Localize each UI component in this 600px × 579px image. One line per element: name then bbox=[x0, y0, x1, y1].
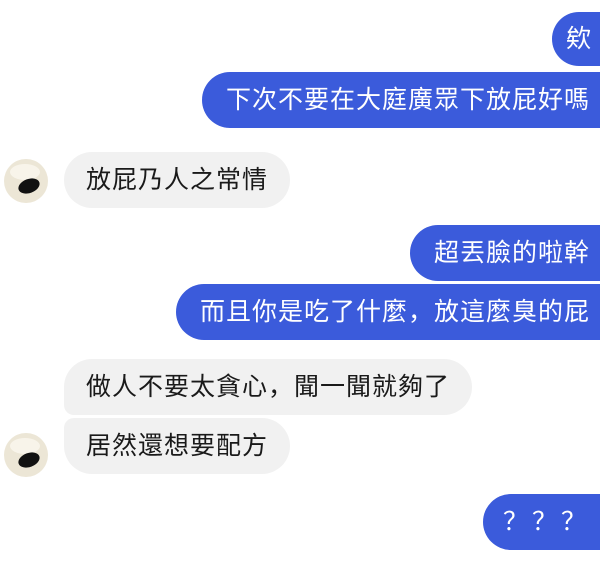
message-bubble-outgoing[interactable]: 欸 bbox=[551, 12, 600, 66]
message-bubble-outgoing[interactable]: ？？？ bbox=[482, 494, 600, 550]
message-bubble-incoming[interactable]: 居然還想要配方 bbox=[64, 418, 291, 474]
contact-avatar-icon[interactable] bbox=[4, 159, 48, 203]
message-text: ？？？ bbox=[502, 507, 590, 536]
contact-avatar-icon[interactable] bbox=[4, 433, 48, 477]
message-text: 下次不要在大庭廣眾下放屁好嗎 bbox=[225, 85, 590, 114]
message-bubble-outgoing[interactable]: 超丟臉的啦幹 bbox=[409, 225, 600, 281]
message-text: 居然還想要配方 bbox=[86, 431, 269, 460]
message-bubble-outgoing[interactable]: 而且你是吃了什麼，放這麼臭的屁 bbox=[175, 284, 600, 340]
message-bubble-outgoing[interactable]: 下次不要在大庭廣眾下放屁好嗎 bbox=[201, 72, 600, 128]
message-bubble-incoming[interactable]: 做人不要太貪心，聞一聞就夠了 bbox=[64, 359, 473, 415]
message-text: 而且你是吃了什麼，放這麼臭的屁 bbox=[199, 297, 590, 326]
message-text: 欸 bbox=[565, 24, 592, 53]
message-text: 放屁乃人之常情 bbox=[86, 165, 269, 194]
message-bubble-incoming[interactable]: 放屁乃人之常情 bbox=[64, 152, 291, 208]
chat-thread: 欸 下次不要在大庭廣眾下放屁好嗎 放屁乃人之常情 超丟臉的啦幹 而且你是吃了什麼… bbox=[0, 0, 600, 579]
message-text: 超丟臉的啦幹 bbox=[433, 238, 590, 267]
message-text: 做人不要太貪心，聞一聞就夠了 bbox=[86, 372, 451, 401]
